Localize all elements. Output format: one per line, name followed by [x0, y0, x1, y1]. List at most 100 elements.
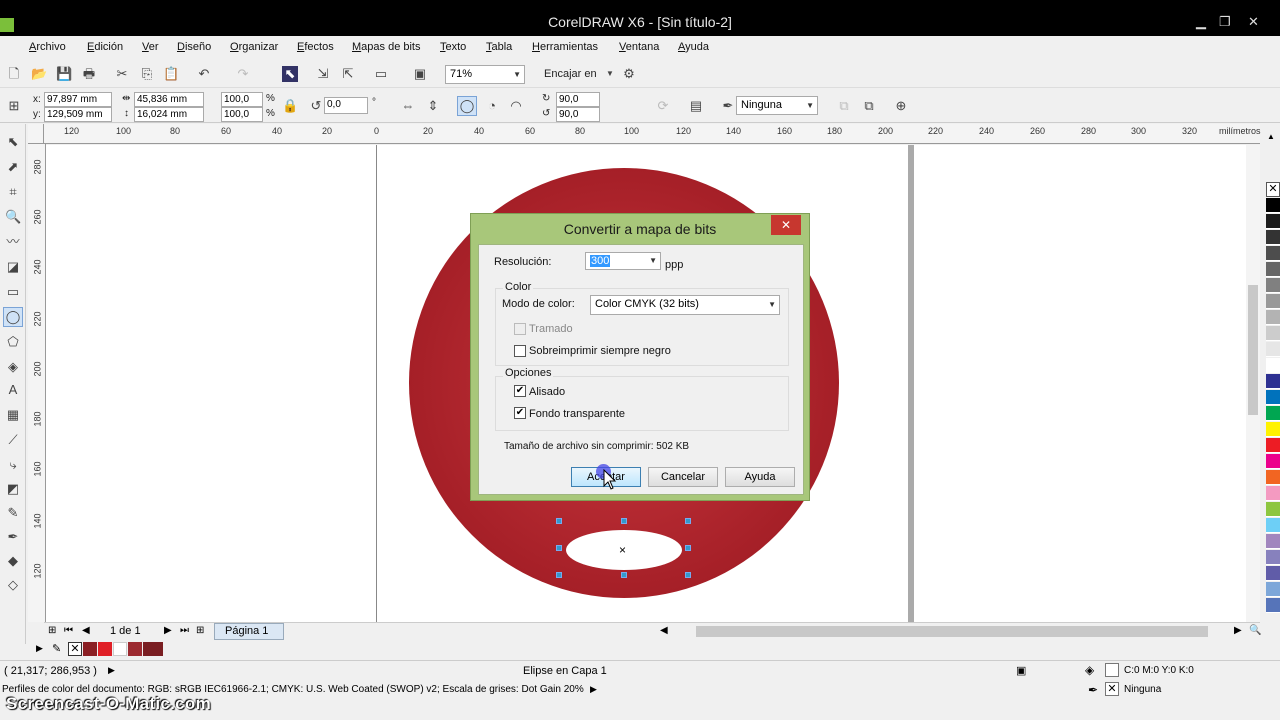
expand-icon[interactable]: ▶: [590, 684, 597, 695]
crop-tool-icon[interactable]: ⌗: [5, 184, 21, 200]
outline-swatch[interactable]: ✕: [1105, 682, 1119, 696]
to-front-icon[interactable]: ⧉: [836, 98, 852, 114]
new-document-icon[interactable]: 🗋: [6, 66, 22, 82]
selection-handle[interactable]: [621, 518, 627, 524]
color-swatch[interactable]: [1266, 438, 1280, 453]
rectangle-tool-icon[interactable]: ▭: [5, 284, 21, 300]
height-field[interactable]: 16,024 mm: [134, 107, 204, 122]
color-swatch[interactable]: [1266, 214, 1280, 229]
color-swatch[interactable]: [1266, 246, 1280, 261]
interactive-fill-icon[interactable]: ◇: [5, 577, 21, 593]
selection-handle[interactable]: [556, 572, 562, 578]
minimize-icon[interactable]: ▁: [1196, 14, 1206, 30]
rotation-field[interactable]: 0,0: [324, 97, 368, 114]
chevron-down-icon[interactable]: ▼: [602, 66, 618, 82]
menu-edicion[interactable]: Edición: [87, 41, 123, 53]
color-swatch[interactable]: [1266, 262, 1280, 277]
help-button[interactable]: Ayuda: [725, 467, 795, 487]
color-swatch[interactable]: [1266, 358, 1280, 373]
color-swatch[interactable]: [83, 642, 97, 656]
eyedropper-icon[interactable]: ✎: [52, 642, 61, 655]
text-tool-icon[interactable]: A: [5, 382, 21, 398]
open-icon[interactable]: 📂: [31, 66, 47, 82]
lock-ratio-icon[interactable]: 🔒: [282, 98, 298, 114]
app-launcher-icon[interactable]: ▭: [373, 66, 389, 82]
width-field[interactable]: 45,836 mm: [134, 92, 204, 107]
color-swatch[interactable]: [113, 642, 127, 656]
color-swatch[interactable]: [1266, 550, 1280, 565]
color-swatch[interactable]: [1266, 566, 1280, 581]
copy-icon[interactable]: ⎘: [139, 66, 155, 82]
horizontal-scroll-thumb[interactable]: [696, 626, 1208, 637]
transparent-background-checkbox[interactable]: ✔: [514, 407, 526, 419]
fill-swatch[interactable]: [1105, 663, 1119, 677]
export-icon[interactable]: ⇱: [340, 66, 356, 82]
fill-tool-icon[interactable]: ◆: [5, 553, 21, 569]
selection-handle[interactable]: [556, 545, 562, 551]
color-swatch[interactable]: [1266, 534, 1280, 549]
print-icon[interactable]: 🖶: [81, 66, 97, 82]
x-position-field[interactable]: 97,897 mm: [44, 92, 112, 107]
expand-icon[interactable]: ▶: [108, 665, 115, 676]
scale-x-field[interactable]: 100,0: [221, 92, 263, 107]
prev-page-icon[interactable]: ◀: [82, 625, 90, 636]
color-swatch[interactable]: [1266, 406, 1280, 421]
color-proof-icon[interactable]: ▣: [1016, 664, 1026, 677]
import-icon[interactable]: ⇲: [315, 66, 331, 82]
zoom-navigator-icon[interactable]: 🔍: [1249, 625, 1261, 636]
ellipse-mode-icon[interactable]: ◯: [457, 96, 477, 116]
selection-handle[interactable]: [621, 572, 627, 578]
color-swatch[interactable]: [1266, 502, 1280, 517]
menu-tabla[interactable]: Tabla: [486, 41, 512, 53]
undo-icon[interactable]: ↶: [196, 66, 212, 82]
color-swatch[interactable]: [1266, 518, 1280, 533]
dimension-tool-icon[interactable]: ⟋: [5, 432, 21, 448]
close-icon[interactable]: ✕: [1248, 14, 1259, 30]
selection-handle[interactable]: [685, 518, 691, 524]
antialias-checkbox[interactable]: ✔: [514, 385, 526, 397]
color-swatch[interactable]: [1266, 454, 1280, 469]
save-icon[interactable]: 💾: [56, 66, 72, 82]
add-page-after-icon[interactable]: ⊞: [196, 625, 204, 636]
overprint-black-checkbox[interactable]: [514, 345, 526, 357]
smart-fill-icon[interactable]: ◪: [5, 259, 21, 275]
first-page-icon[interactable]: ⏮: [64, 625, 73, 636]
vertical-scrollbar[interactable]: [1246, 145, 1260, 622]
menu-ventana[interactable]: Ventana: [619, 41, 659, 53]
ruler-origin[interactable]: [28, 124, 44, 144]
wrap-text-icon[interactable]: ▤: [688, 98, 704, 114]
selection-handle[interactable]: [556, 518, 562, 524]
color-swatch[interactable]: [1266, 582, 1280, 597]
color-mode-select[interactable]: Color CMYK (32 bits) ▼: [590, 295, 780, 315]
menu-mapas-de-bits[interactable]: Mapas de bits: [352, 41, 421, 53]
connector-tool-icon[interactable]: ⤷: [5, 457, 21, 473]
selection-handle[interactable]: [685, 545, 691, 551]
next-page-icon[interactable]: ▶: [164, 625, 172, 636]
color-swatch[interactable]: [1266, 486, 1280, 501]
mirror-horizontal-icon[interactable]: ⇔: [400, 98, 416, 114]
no-color-swatch[interactable]: ✕: [68, 642, 82, 656]
no-color-swatch[interactable]: ✕: [1266, 182, 1280, 197]
shape-tool-icon[interactable]: ⬈: [5, 159, 21, 175]
color-swatch[interactable]: [143, 642, 163, 656]
table-tool-icon[interactable]: ▦: [5, 407, 21, 423]
scale-y-field[interactable]: 100,0: [221, 107, 263, 122]
resolution-select[interactable]: 300 ▼: [585, 252, 661, 270]
menu-archivo[interactable]: Archivo: [29, 41, 66, 53]
polygon-tool-icon[interactable]: ⬠: [5, 334, 21, 350]
redo-icon[interactable]: ↷: [235, 66, 251, 82]
cancel-button[interactable]: Cancelar: [648, 467, 718, 487]
page-tab[interactable]: Página 1: [214, 623, 284, 640]
color-swatch[interactable]: [1266, 310, 1280, 325]
color-swatch[interactable]: [1266, 422, 1280, 437]
outline-width-select[interactable]: Ninguna ▼: [736, 96, 818, 115]
pick-tool-icon[interactable]: ⬉: [5, 134, 21, 150]
rotate-icon[interactable]: ↺: [308, 98, 324, 114]
color-swatch[interactable]: [1266, 198, 1280, 213]
palette-menu-icon[interactable]: ▶: [36, 643, 43, 654]
start-angle-field[interactable]: 90,0: [556, 92, 600, 107]
scroll-left-icon[interactable]: ◀: [660, 625, 668, 636]
menu-efectos[interactable]: Efectos: [297, 41, 334, 53]
direction-icon[interactable]: ⟳: [655, 98, 671, 114]
menu-ayuda[interactable]: Ayuda: [678, 41, 709, 53]
